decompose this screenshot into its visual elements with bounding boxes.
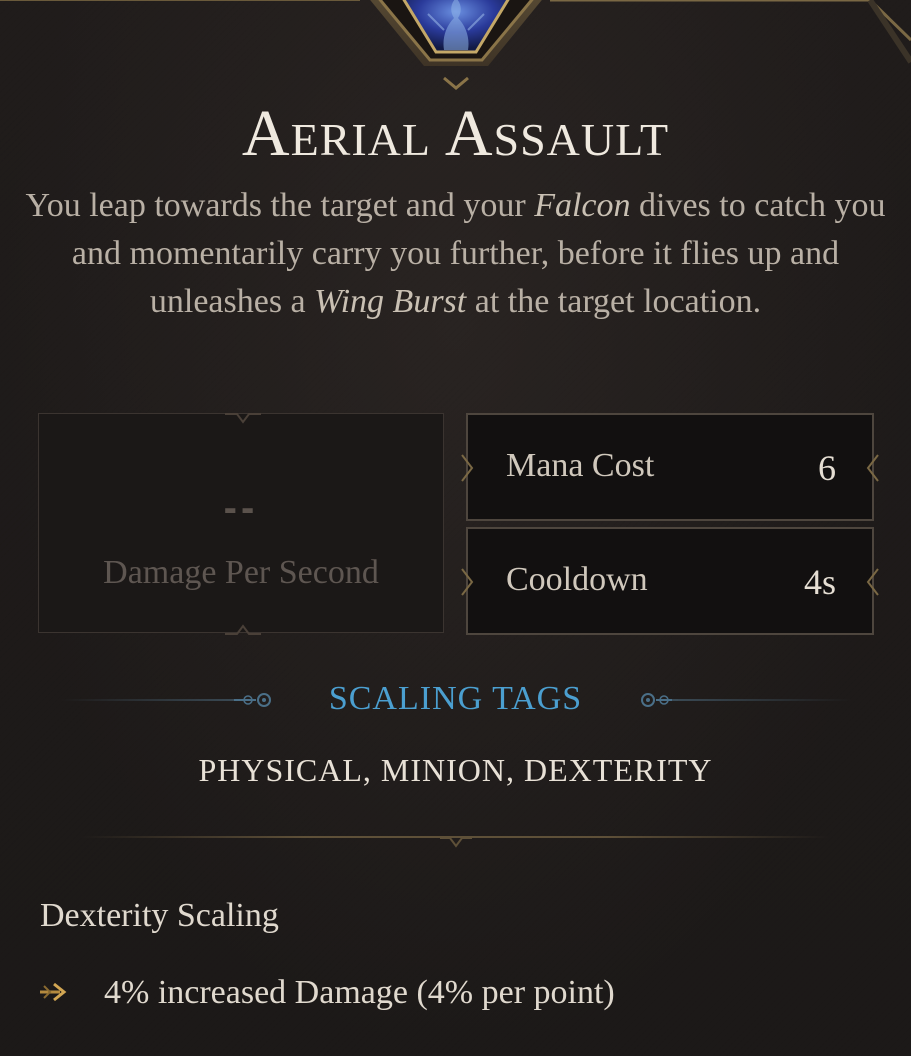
falcon-skill-icon xyxy=(358,0,554,94)
mana-cost-value: 6 xyxy=(818,448,836,488)
falcon-keyword: Falcon xyxy=(534,187,631,224)
cooldown-row: Cooldown 4s xyxy=(461,527,879,635)
divider-right xyxy=(672,699,852,701)
scaling-tags-list: PHYSICAL, MINION, DEXTERITY xyxy=(198,752,713,788)
left-chevron-ornament-icon xyxy=(461,568,474,596)
skill-description: You leap towards the target and your Fal… xyxy=(20,182,891,326)
scaling-bonus-item: 4% increased Damage (4% per point) xyxy=(104,974,615,1011)
mana-cost-label: Mana Cost xyxy=(506,447,655,484)
wing-burst-keyword: Wing Burst xyxy=(314,283,467,320)
attribute-scaling-heading: Dexterity Scaling xyxy=(40,897,279,934)
description-text-3: at the target location. xyxy=(466,283,762,320)
skill-tooltip-panel: Aerial Assault You leap towards the targ… xyxy=(0,0,911,1056)
dps-bottom-ornament-icon xyxy=(225,624,261,635)
dps-top-ornament-icon xyxy=(225,413,261,424)
divider-ornament-icon xyxy=(440,837,472,848)
left-chevron-ornament-icon xyxy=(461,454,474,482)
right-chevron-ornament-icon xyxy=(866,568,879,596)
dps-value: -- xyxy=(223,486,259,530)
cooldown-label: Cooldown xyxy=(506,561,648,598)
description-text-1: You leap towards the target and your xyxy=(25,187,535,224)
right-chevron-ornament-icon xyxy=(866,454,879,482)
dps-panel: -- Damage Per Second xyxy=(38,413,444,635)
mana-cost-row: Mana Cost 6 xyxy=(461,413,879,521)
skill-title: Aerial Assault xyxy=(241,97,670,170)
arrow-bullet-icon xyxy=(40,982,67,1002)
cooldown-value: 4s xyxy=(803,562,836,602)
dps-label: Damage Per Second xyxy=(103,554,379,591)
